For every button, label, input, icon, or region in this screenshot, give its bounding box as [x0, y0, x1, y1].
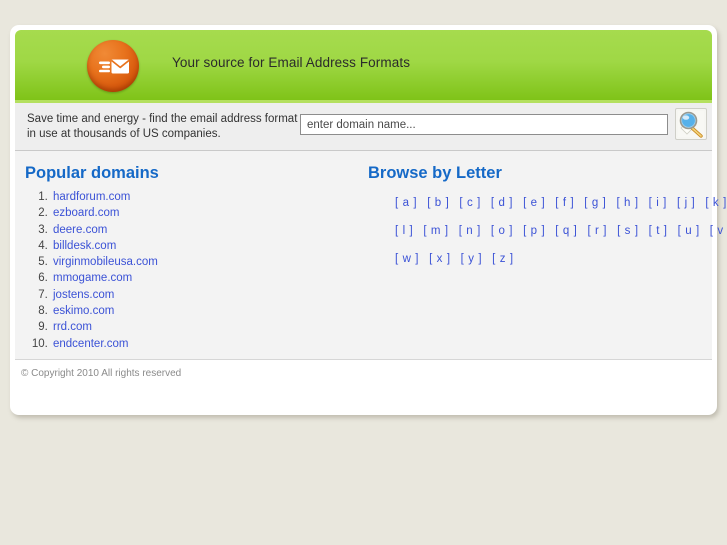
site-header: Your source for Email Address Formats	[15, 30, 712, 103]
domain-link[interactable]: endcenter.com	[53, 338, 128, 350]
site-footer: © Copyright 2010 All rights reserved	[15, 360, 712, 390]
letter-index: [ a ] [ b ] [ c ] [ d ] [ e ] [ f ] [ g ] [ h ]…	[368, 193, 727, 267]
letter-link-l[interactable]: [ l ]	[395, 225, 413, 237]
popular-domains-heading: Popular domains	[25, 164, 159, 182]
copyright-text: © Copyright 2010 All rights reserved	[21, 368, 182, 379]
letter-link-v[interactable]: [ v ]	[710, 225, 727, 237]
browse-by-letter-heading: Browse by Letter	[368, 164, 502, 182]
list-item[interactable]: jostens.com	[51, 287, 355, 303]
main-content: Popular domains hardforum.com ezboard.co…	[15, 151, 727, 360]
domain-link[interactable]: ezboard.com	[53, 207, 119, 219]
domain-link[interactable]: jostens.com	[53, 289, 114, 301]
list-item[interactable]: mmogame.com	[51, 270, 355, 286]
letter-link-m[interactable]: [ m ]	[423, 225, 448, 237]
letter-link-p[interactable]: [ p ]	[523, 225, 545, 237]
domain-link[interactable]: deere.com	[53, 224, 107, 236]
letter-link-j[interactable]: [ j ]	[677, 197, 695, 209]
popular-domains-list: hardforum.com ezboard.com deere.com bill…	[25, 189, 355, 352]
letter-link-q[interactable]: [ q ]	[555, 225, 577, 237]
letter-link-z[interactable]: [ z ]	[492, 253, 514, 265]
domain-link[interactable]: rrd.com	[53, 321, 92, 333]
search-button[interactable]	[675, 108, 707, 140]
letter-link-n[interactable]: [ n ]	[459, 225, 481, 237]
envelope-speed-lines-icon	[99, 59, 130, 74]
letter-link-f[interactable]: [ f ]	[555, 197, 574, 209]
letter-link-e[interactable]: [ e ]	[523, 197, 545, 209]
letter-link-w[interactable]: [ w ]	[395, 253, 419, 265]
search-tagline: Save time and energy - find the email ad…	[27, 112, 317, 142]
list-item[interactable]: deere.com	[51, 222, 355, 238]
list-item[interactable]: endcenter.com	[51, 336, 355, 352]
list-item[interactable]: ezboard.com	[51, 205, 355, 221]
search-bar: Save time and energy - find the email ad…	[15, 103, 712, 151]
letter-link-a[interactable]: [ a ]	[395, 197, 417, 209]
letter-link-u[interactable]: [ u ]	[678, 225, 700, 237]
letter-link-r[interactable]: [ r ]	[587, 225, 607, 237]
list-item[interactable]: billdesk.com	[51, 238, 355, 254]
domain-link[interactable]: mmogame.com	[53, 272, 132, 284]
popular-domains-section: Popular domains hardforum.com ezboard.co…	[25, 164, 355, 352]
list-item[interactable]: eskimo.com	[51, 303, 355, 319]
letter-link-i[interactable]: [ i ]	[649, 197, 667, 209]
letter-link-g[interactable]: [ g ]	[584, 197, 606, 209]
letter-link-o[interactable]: [ o ]	[491, 225, 513, 237]
letter-link-c[interactable]: [ c ]	[459, 197, 481, 209]
letter-row: [ a ] [ b ] [ c ] [ d ] [ e ] [ f ] [ g ] [ h ]…	[395, 193, 726, 211]
letter-link-b[interactable]: [ b ]	[427, 197, 449, 209]
list-item[interactable]: rrd.com	[51, 319, 355, 335]
letter-link-t[interactable]: [ t ]	[649, 225, 668, 237]
search-input[interactable]	[300, 114, 668, 135]
letter-link-k[interactable]: [ k ]	[705, 197, 727, 209]
page-container: Your source for Email Address Formats Sa…	[10, 25, 727, 415]
tagline-line-2: in use at thousands of US companies.	[27, 128, 221, 140]
magnifier-icon	[678, 111, 704, 138]
domain-link[interactable]: hardforum.com	[53, 191, 130, 203]
letter-link-x[interactable]: [ x ]	[429, 253, 451, 265]
domain-link[interactable]: billdesk.com	[53, 240, 116, 252]
letter-link-s[interactable]: [ s ]	[617, 225, 639, 237]
domain-link[interactable]: eskimo.com	[53, 305, 114, 317]
letter-link-d[interactable]: [ d ]	[491, 197, 513, 209]
letter-row: [ l ] [ m ] [ n ] [ o ] [ p ] [ q ] [ r ] [ s ]…	[395, 221, 727, 239]
site-logo	[87, 40, 139, 92]
domain-link[interactable]: virginmobileusa.com	[53, 256, 158, 268]
browse-by-letter-section: Browse by Letter [ a ] [ b ] [ c ] [ d ] [ e…	[368, 164, 727, 277]
letter-row: [ w ] [ x ] [ y ] [ z ]	[395, 249, 708, 267]
letter-link-y[interactable]: [ y ]	[461, 253, 483, 265]
list-item[interactable]: hardforum.com	[51, 189, 355, 205]
tagline-line-1: Save time and energy - find the email ad…	[27, 113, 298, 125]
list-item[interactable]: virginmobileusa.com	[51, 254, 355, 270]
letter-link-h[interactable]: [ h ]	[616, 197, 638, 209]
site-tagline-title: Your source for Email Address Formats	[172, 55, 411, 70]
